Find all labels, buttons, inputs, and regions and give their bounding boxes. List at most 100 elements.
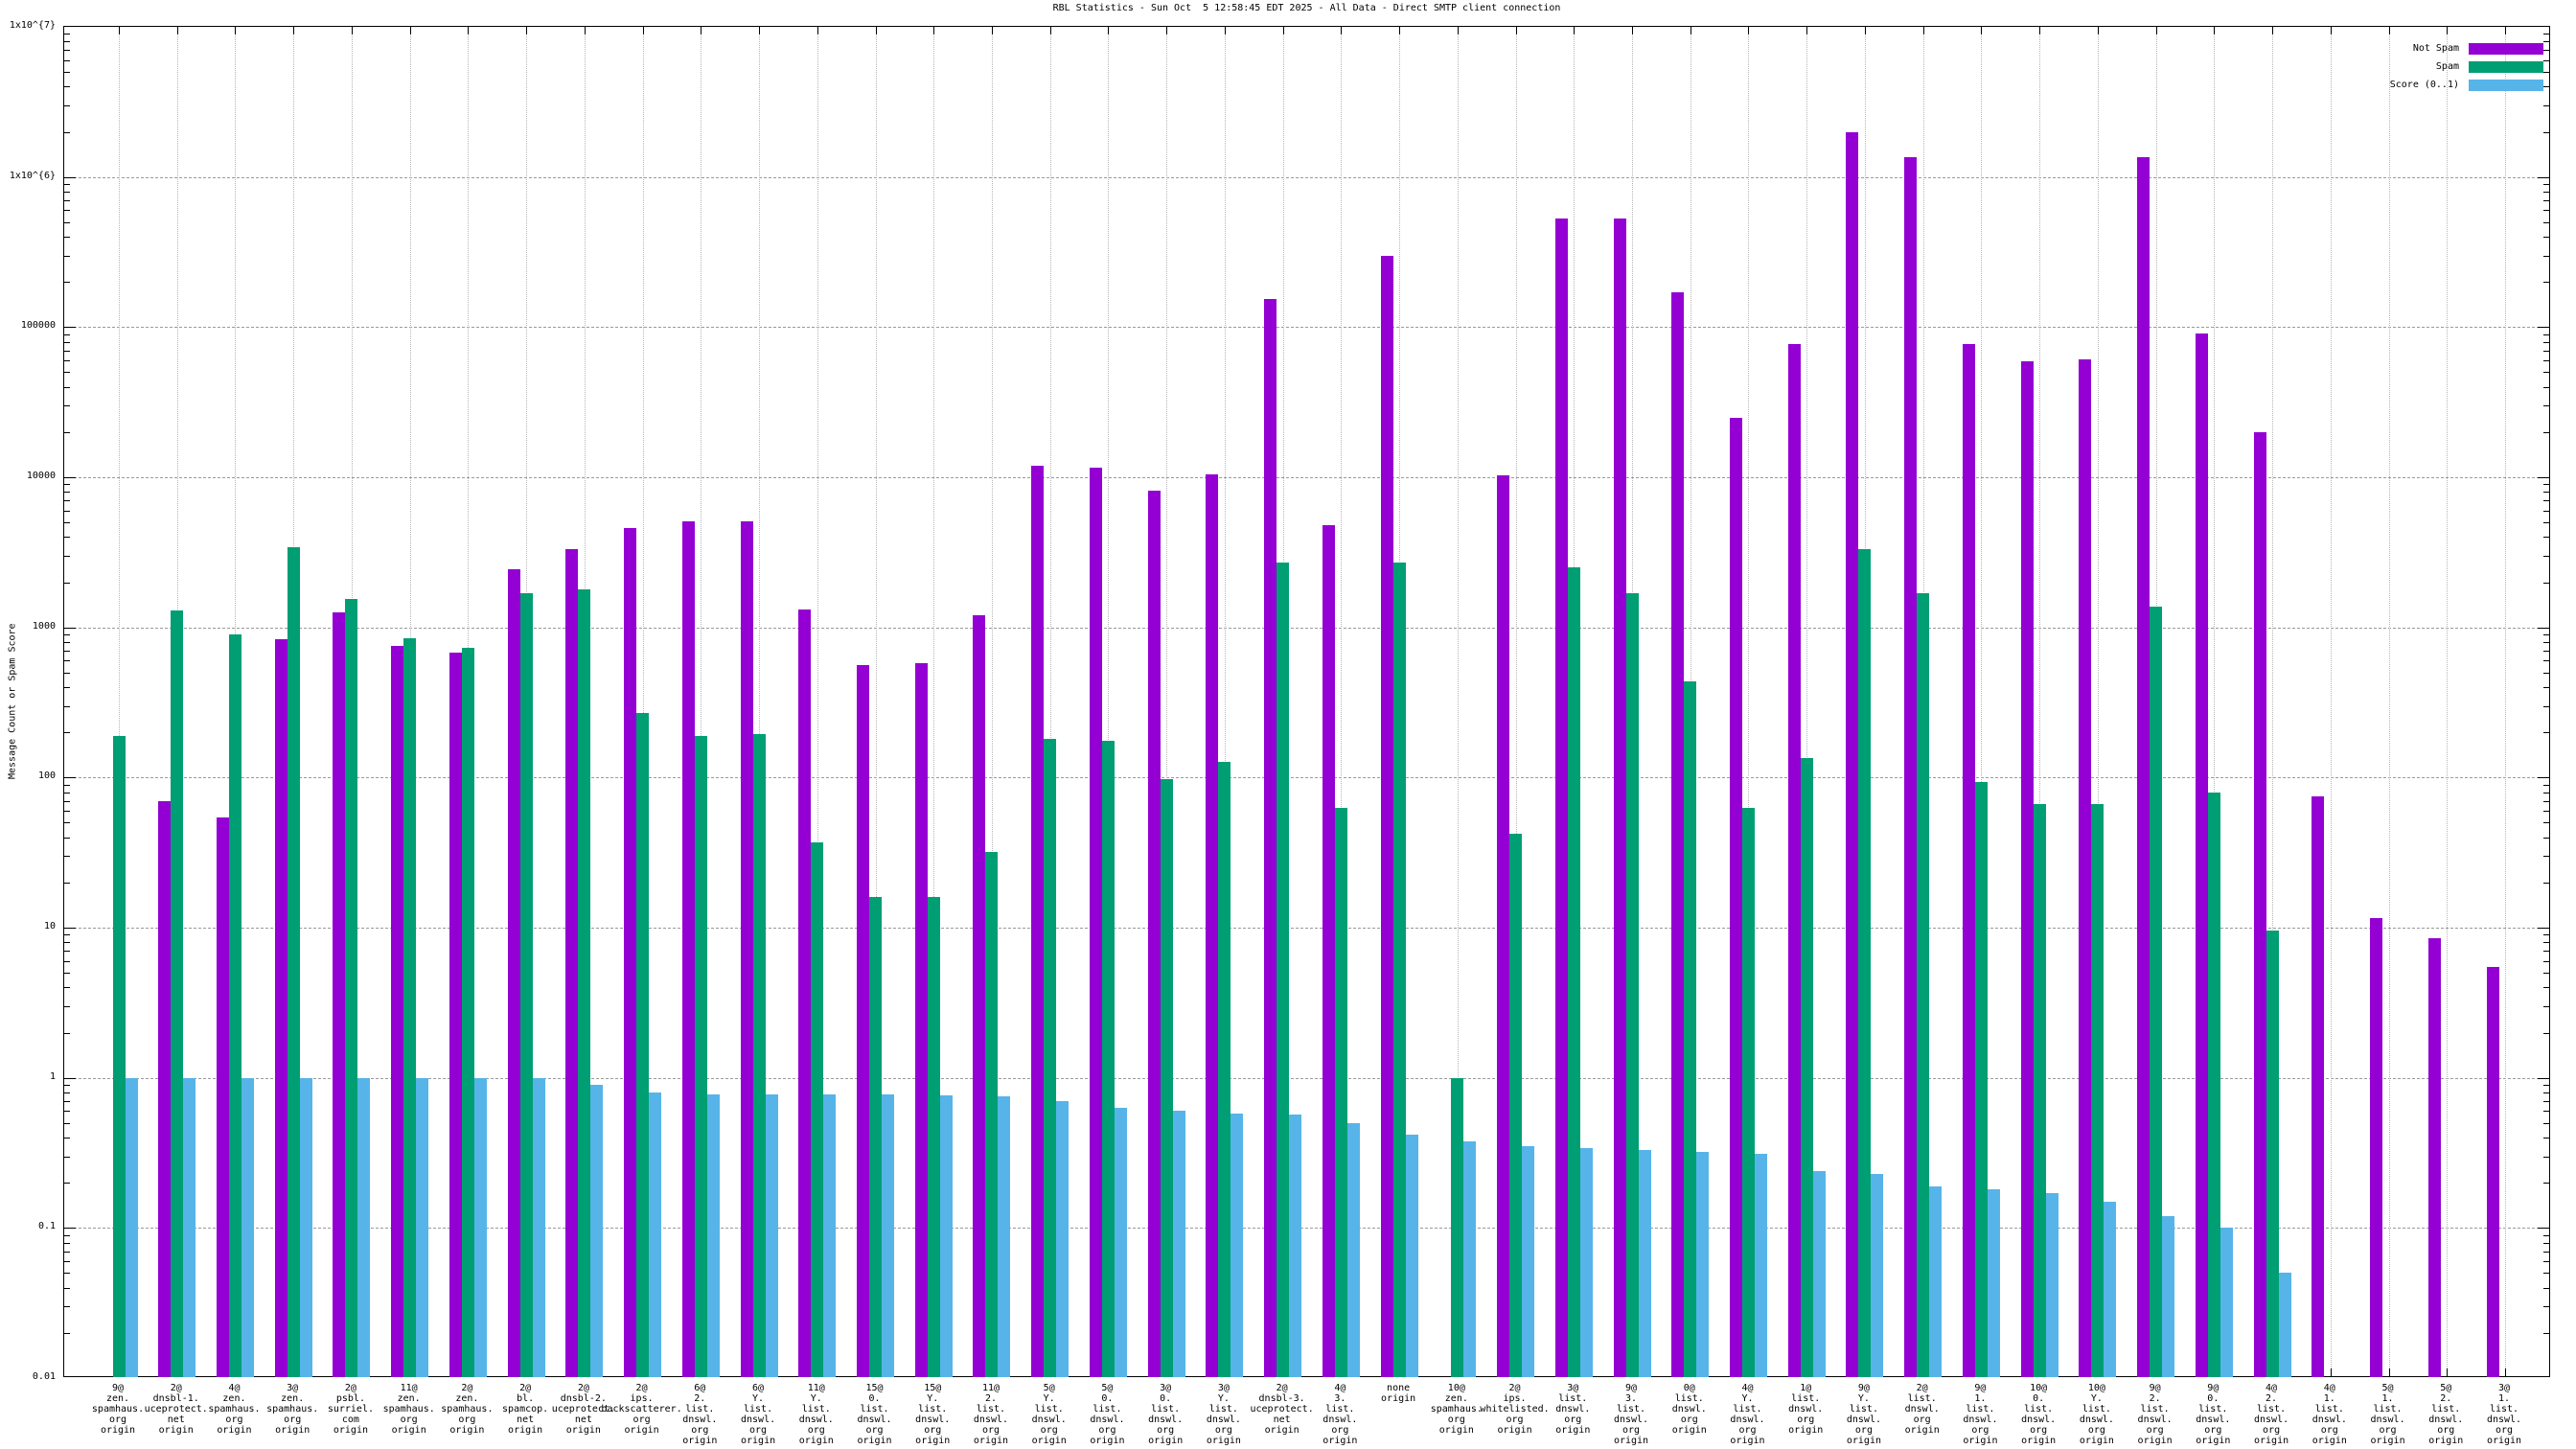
bar-score <box>649 1092 661 1377</box>
y-minor-tick <box>2543 484 2549 485</box>
bar-score <box>1406 1135 1418 1377</box>
bar-spam <box>1218 762 1230 1377</box>
y-tick-label: 1x10^{7} <box>0 21 56 31</box>
y-minor-tick <box>64 934 70 935</box>
bar-score <box>1871 1174 1883 1377</box>
bar-not-spam <box>1497 475 1509 1377</box>
bar-not-spam <box>1322 525 1335 1377</box>
bar-not-spam <box>1148 491 1161 1377</box>
y-minor-tick <box>2543 86 2549 87</box>
y-axis-tick-labels: 1x10^{7}1x10^{6}1000001000010001001010.1… <box>0 26 59 1377</box>
bar-score <box>1230 1114 1243 1377</box>
y-minor-tick <box>64 210 70 211</box>
bar-not-spam <box>1963 344 1975 1377</box>
bar-not-spam <box>1264 299 1276 1377</box>
bar-score <box>183 1078 196 1377</box>
y-major-tick <box>2538 777 2549 778</box>
y-minor-tick <box>64 282 70 283</box>
y-minor-tick <box>2543 60 2549 61</box>
y-minor-tick <box>2543 334 2549 335</box>
bar-spam <box>2091 804 2104 1377</box>
y-minor-tick <box>2543 256 2549 257</box>
y-minor-tick <box>2543 1157 2549 1158</box>
bar-score <box>357 1078 370 1377</box>
x-tick <box>1690 27 1691 34</box>
bar-spam <box>1161 779 1173 1377</box>
bar-not-spam <box>333 612 345 1377</box>
y-minor-tick <box>2543 1333 2549 1334</box>
y-minor-tick <box>64 522 70 523</box>
y-minor-tick <box>2543 961 2549 962</box>
y-minor-tick <box>64 105 70 106</box>
x-tick <box>119 27 120 34</box>
h-gridline <box>64 477 2549 478</box>
y-minor-tick <box>64 1092 70 1093</box>
y-minor-tick <box>2543 660 2549 661</box>
y-major-tick <box>2538 477 2549 478</box>
y-minor-tick <box>64 405 70 406</box>
y-minor-tick <box>64 785 70 786</box>
y-minor-tick <box>64 1261 70 1262</box>
bar-score <box>474 1078 487 1377</box>
bar-score <box>1696 1152 1709 1377</box>
y-minor-tick <box>2543 1085 2549 1086</box>
h-gridline <box>64 177 2549 178</box>
bar-not-spam <box>2370 918 2382 1377</box>
bar-score <box>1929 1186 1942 1377</box>
x-tick <box>759 27 760 34</box>
bar-score <box>766 1094 778 1377</box>
bar-not-spam <box>2428 938 2441 1377</box>
bar-score <box>2279 1273 2291 1377</box>
bar-score <box>1115 1108 1127 1377</box>
h-gridline <box>64 1228 2549 1229</box>
x-tick <box>2331 1368 2332 1376</box>
y-minor-tick <box>64 1101 70 1102</box>
x-tick <box>352 27 353 34</box>
y-tick-label: 1000 <box>0 622 56 632</box>
bar-not-spam <box>1090 468 1102 1377</box>
x-tick <box>468 27 469 34</box>
y-minor-tick <box>64 706 70 707</box>
x-tick <box>933 27 934 34</box>
y-minor-tick <box>64 1123 70 1124</box>
y-minor-tick <box>2543 856 2549 857</box>
y-tick-label: 10 <box>0 922 56 932</box>
y-minor-tick <box>2543 1101 2549 1102</box>
bar-spam <box>1742 808 1755 1377</box>
y-minor-tick <box>64 642 70 643</box>
x-tick <box>2272 27 2273 34</box>
y-minor-tick <box>2543 200 2549 201</box>
y-minor-tick <box>2543 282 2549 283</box>
bar-spam <box>1568 567 1580 1377</box>
bar-score <box>126 1078 138 1377</box>
plot-area <box>63 26 2550 1377</box>
y-major-tick <box>2538 1228 2549 1229</box>
y-minor-tick <box>64 1183 70 1184</box>
x-tick <box>410 27 411 34</box>
y-minor-tick <box>2543 351 2549 352</box>
v-gridline <box>2505 27 2506 1376</box>
y-minor-tick <box>2543 732 2549 733</box>
bar-not-spam <box>1904 157 1917 1377</box>
bar-not-spam <box>857 665 869 1377</box>
legend-label: Not Spam <box>2413 43 2459 54</box>
y-minor-tick <box>64 732 70 733</box>
bar-not-spam <box>449 653 462 1377</box>
y-minor-tick <box>2543 522 2549 523</box>
y-minor-tick <box>64 86 70 87</box>
y-minor-tick <box>64 1085 70 1086</box>
bar-not-spam <box>1788 344 1801 1377</box>
y-major-tick <box>64 177 76 178</box>
bar-spam <box>1276 563 1289 1377</box>
bar-score <box>1289 1115 1301 1377</box>
bar-spam <box>462 648 474 1377</box>
bar-spam <box>1393 563 1406 1377</box>
y-tick-label: 100 <box>0 771 56 781</box>
y-minor-tick <box>2543 883 2549 884</box>
x-tick <box>2505 27 2506 34</box>
bar-not-spam <box>2487 967 2499 1377</box>
bar-not-spam <box>2021 361 2034 1377</box>
x-tick <box>1574 27 1575 34</box>
bar-not-spam <box>508 569 520 1377</box>
h-gridline <box>64 628 2549 629</box>
